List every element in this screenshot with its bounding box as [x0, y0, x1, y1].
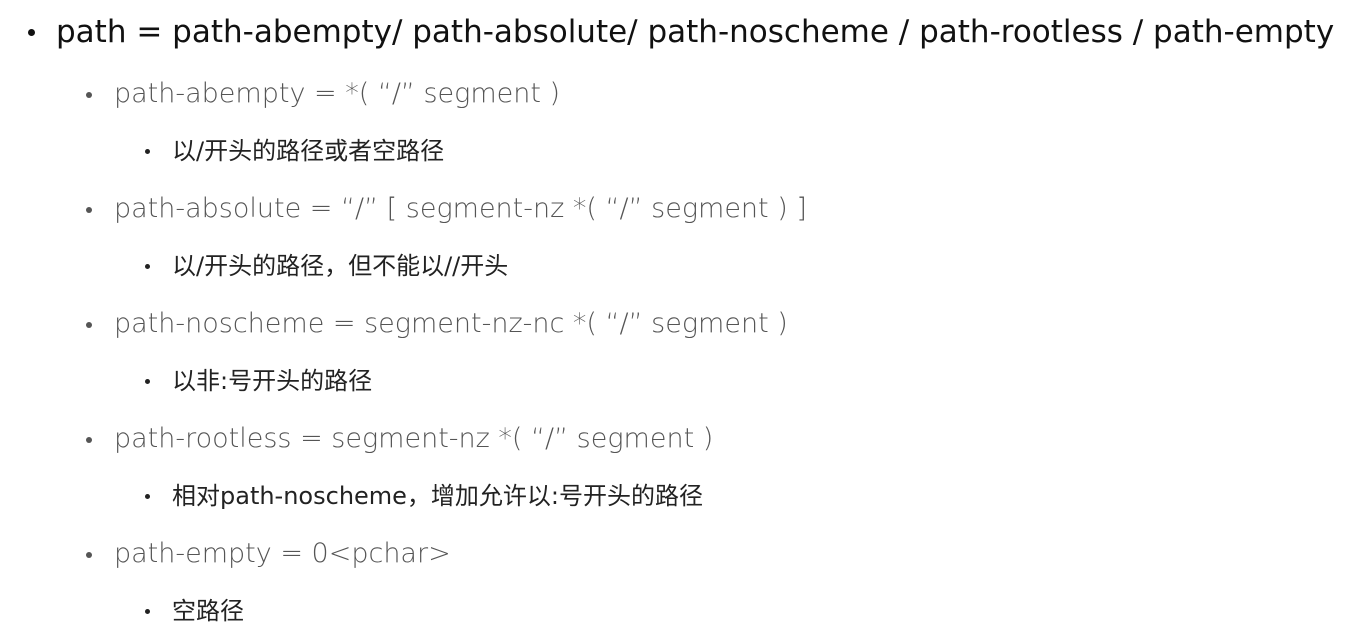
- bullet-level-3: [145, 609, 150, 614]
- path-rule-heading: path = path-abempty/ path-absolute/ path…: [56, 14, 1335, 50]
- bullet-level-2: [86, 207, 92, 213]
- rule-path-noscheme: path-noscheme = segment-nz-nc *( “/” seg…: [114, 308, 788, 339]
- bullet-level-1: [28, 29, 35, 36]
- note-path-empty: 空路径: [172, 597, 244, 625]
- rule-path-absolute: path-absolute = “/” [ segment-nz *( “/” …: [114, 193, 807, 224]
- rule-path-rootless: path-rootless = segment-nz *( “/” segmen…: [114, 423, 714, 454]
- bullet-level-2: [86, 322, 92, 328]
- bullet-level-3: [145, 379, 150, 384]
- note-path-rootless: 相对path-noscheme，增加允许以:号开头的路径: [172, 482, 704, 510]
- rule-path-abempty: path-abempty = *( “/” segment ): [114, 78, 561, 109]
- bullet-level-3: [145, 264, 150, 269]
- note-path-absolute: 以/开头的路径，但不能以//开头: [172, 252, 509, 280]
- bullet-level-2: [86, 437, 92, 443]
- rule-path-empty: path-empty = 0<pchar>: [114, 538, 451, 569]
- note-path-noscheme: 以非:号开头的路径: [172, 367, 373, 395]
- bullet-level-2: [86, 552, 92, 558]
- note-path-abempty: 以/开头的路径或者空路径: [172, 137, 445, 165]
- bullet-level-3: [145, 494, 150, 499]
- bullet-level-3: [145, 149, 150, 154]
- bullet-level-2: [86, 92, 92, 98]
